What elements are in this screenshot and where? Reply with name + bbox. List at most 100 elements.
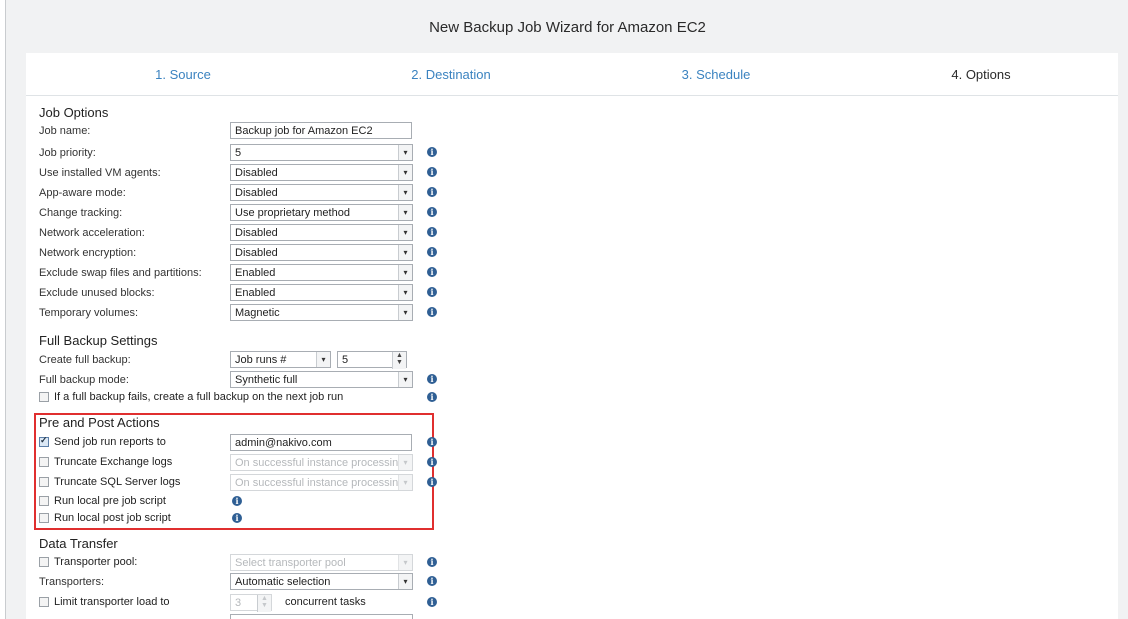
truncate-sql-checkbox[interactable] [39,477,49,487]
chevron-down-icon: ▾ [398,555,412,570]
info-icon[interactable]: i [427,597,437,607]
chevron-down-icon: ▾ [316,352,330,367]
transporters-select[interactable]: Automatic selection ▾ [230,573,413,590]
vm-agents-select[interactable]: Disabled ▾ [230,164,413,181]
transporter-pool-checkbox[interactable] [39,557,49,567]
job-name-label: Job name: [39,125,91,137]
step-destination[interactable]: 2. Destination [351,67,551,82]
network-acceleration-row: Network acceleration: Disabled ▾ i [39,224,439,241]
info-icon[interactable]: i [427,227,437,237]
post-script-row: Run local post job script i [39,510,439,527]
chevron-down-icon: ▾ [398,372,412,387]
info-icon[interactable]: i [427,457,437,467]
exclude-swap-row: Exclude swap files and partitions: Enabl… [39,264,439,281]
truncate-sql-select[interactable]: On successful instance processing ▾ [230,474,413,491]
job-priority-select[interactable]: 5 ▾ [230,144,413,161]
step-options[interactable]: 4. Options [881,67,1081,82]
info-icon[interactable]: i [427,307,437,317]
info-icon[interactable]: i [427,374,437,384]
post-script-label: Run local post job script [54,512,171,524]
limit-unit-label: concurrent tasks [285,596,366,608]
change-tracking-label: Change tracking: [39,207,123,219]
info-icon[interactable]: i [427,576,437,586]
truncate-exchange-row: Truncate Exchange logs On successful ins… [39,454,439,471]
limit-transporter-row: Limit transporter load to 3 ▲ ▼ concurren… [39,594,439,612]
network-acceleration-label: Network acceleration: [39,227,145,239]
change-tracking-select[interactable]: Use proprietary method ▾ [230,204,413,221]
chevron-down-icon: ▾ [398,574,412,589]
info-icon[interactable]: i [427,247,437,257]
app-aware-select[interactable]: Disabled ▾ [230,184,413,201]
transporter-pool-select[interactable]: Select transporter pool ▾ [230,554,413,571]
pre-post-heading: Pre and Post Actions [39,415,160,430]
info-icon[interactable]: i [427,437,437,447]
truncate-exchange-checkbox[interactable] [39,457,49,467]
limit-transporter-count[interactable]: 3 ▲ ▼ [230,594,272,612]
full-backup-fail-label: If a full backup fails, create a full ba… [54,391,344,403]
chevron-down-icon: ▾ [398,245,412,260]
truncate-sql-label: Truncate SQL Server logs [54,476,181,488]
partial-select[interactable] [230,614,413,619]
chevron-down-icon: ▾ [398,185,412,200]
next-row-partial [39,614,439,619]
info-icon[interactable]: i [427,167,437,177]
chevron-down-icon: ▾ [398,285,412,300]
truncate-exchange-label: Truncate Exchange logs [54,456,173,468]
full-backup-fail-checkbox[interactable] [39,392,49,402]
chevron-down-icon: ▾ [398,225,412,240]
full-backup-heading: Full Backup Settings [39,333,158,348]
job-name-row: Job name: Backup job for Amazon EC2 [39,122,439,139]
temporary-volumes-select[interactable]: Magnetic ▾ [230,304,413,321]
chevron-down-icon: ▾ [398,455,412,470]
info-icon[interactable]: i [427,477,437,487]
change-tracking-row: Change tracking: Use proprietary method ▾… [39,204,439,221]
send-reports-checkbox[interactable] [39,435,49,447]
exclude-unused-select[interactable]: Enabled ▾ [230,284,413,301]
info-icon[interactable]: i [427,147,437,157]
chevron-down-icon: ▾ [398,145,412,160]
pre-script-checkbox[interactable] [39,496,49,506]
info-icon[interactable]: i [427,267,437,277]
app-aware-row: App-aware mode: Disabled ▾ i [39,184,439,201]
send-reports-email-input[interactable]: admin@nakivo.com [230,434,412,451]
truncate-exchange-select[interactable]: On successful instance processing ▾ [230,454,413,471]
send-reports-row: Send job run reports to admin@nakivo.com… [39,434,439,451]
full-backup-mode-label: Full backup mode: [39,374,129,386]
exclude-swap-label: Exclude swap files and partitions: [39,267,202,279]
pre-script-label: Run local pre job script [54,495,166,507]
chevron-down-icon: ▾ [398,305,412,320]
network-encryption-select[interactable]: Disabled ▾ [230,244,413,261]
step-schedule[interactable]: 3. Schedule [616,67,816,82]
spinner-arrows-icon[interactable]: ▲ ▼ [392,352,406,369]
job-name-input[interactable]: Backup job for Amazon EC2 [230,122,412,139]
job-priority-label: Job priority: [39,147,96,159]
wizard-window: New Backup Job Wizard for Amazon EC2 1. … [5,0,1128,619]
pre-script-row: Run local pre job script i [39,493,439,510]
info-icon[interactable]: i [232,496,242,506]
network-encryption-label: Network encryption: [39,247,137,259]
spinner-arrows-icon[interactable]: ▲ ▼ [257,595,271,612]
window-title: New Backup Job Wizard for Amazon EC2 [429,19,706,36]
info-icon[interactable]: i [427,392,437,402]
info-icon[interactable]: i [427,187,437,197]
chevron-down-icon: ▾ [398,265,412,280]
network-acceleration-select[interactable]: Disabled ▾ [230,224,413,241]
limit-transporter-checkbox[interactable] [39,597,49,607]
info-icon[interactable]: i [427,287,437,297]
create-full-backup-mode-select[interactable]: Job runs # ▾ [230,351,331,368]
post-script-checkbox[interactable] [39,513,49,523]
info-icon[interactable]: i [427,557,437,567]
app-aware-label: App-aware mode: [39,187,126,199]
data-transfer-heading: Data Transfer [39,536,118,551]
transporters-row: Transporters: Automatic selection ▾ i [39,573,439,590]
full-backup-mode-select[interactable]: Synthetic full ▾ [230,371,413,388]
wizard-panel: 1. Source 2. Destination 3. Schedule 4. … [26,53,1118,619]
limit-transporter-label: Limit transporter load to [54,596,170,608]
step-source[interactable]: 1. Source [83,67,283,82]
info-icon[interactable]: i [232,513,242,523]
create-full-backup-count[interactable]: 5 ▲ ▼ [337,351,407,369]
exclude-swap-select[interactable]: Enabled ▾ [230,264,413,281]
info-icon[interactable]: i [427,207,437,217]
create-full-backup-row: Create full backup: Job runs # ▾ 5 ▲ ▼ [39,351,439,369]
chevron-down-icon: ▾ [398,205,412,220]
